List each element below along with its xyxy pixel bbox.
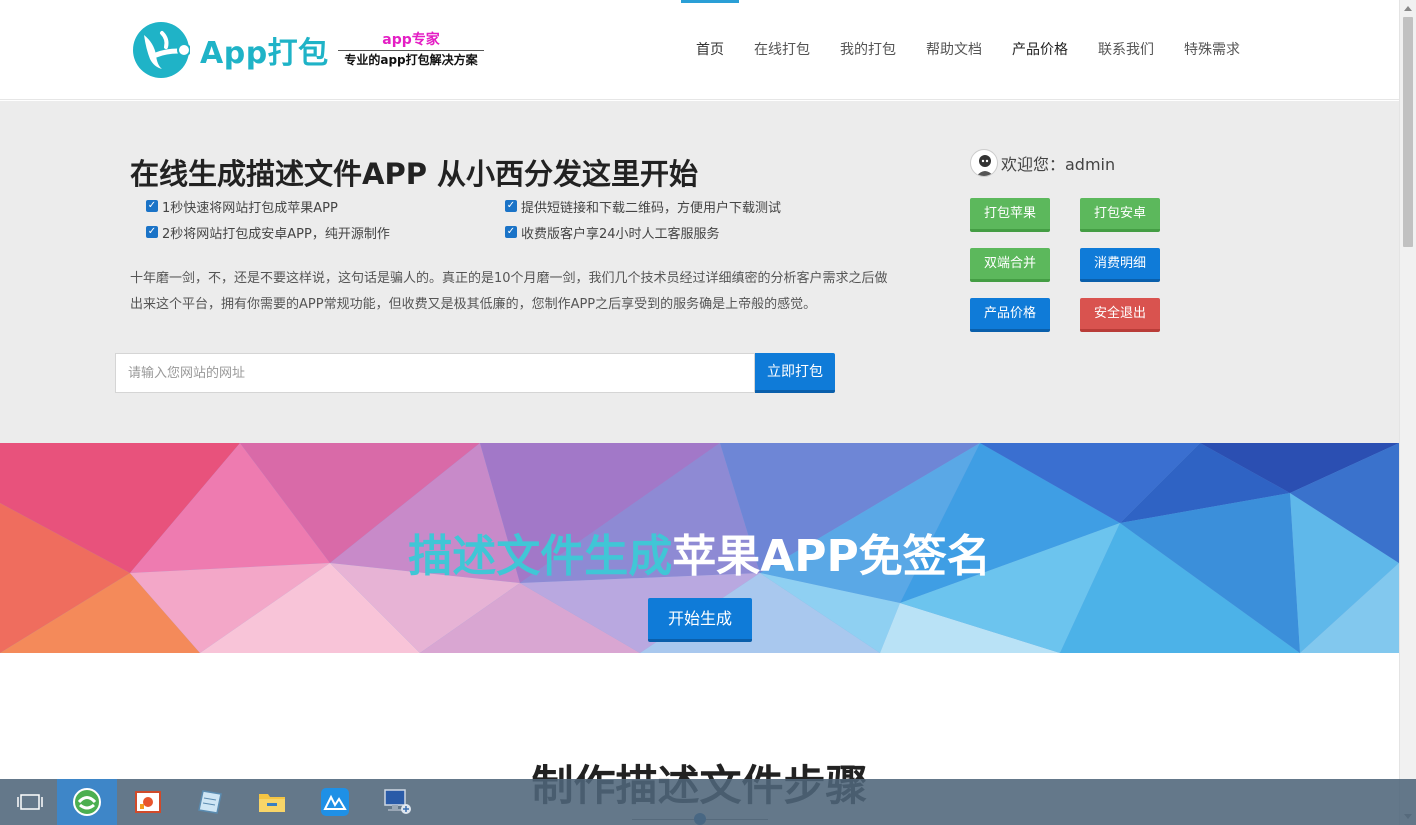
feature-list: ✓ 1秒快速将网站打包成苹果APP ✓ 提供短链接和下载二维码，方便用户下载测试 ✓… [146,197,866,242]
merge-platforms-button[interactable]: 双端合并 [970,248,1050,282]
feature-item: ✓ 2秒将网站打包成安卓APP，纯开源制作 [146,223,505,242]
taskbar-browser[interactable] [57,779,117,825]
banner-title-rest: 苹果APP免签名 [672,531,991,582]
logo-text: App打包 [200,36,329,71]
pack-now-button[interactable]: 立即打包 [755,353,835,393]
site-logo[interactable]: App打包 [132,20,329,80]
main-nav: 首页 在线打包 我的打包 帮助文档 产品价格 联系我们 特殊需求 [681,0,1255,100]
feature-item: ✓ 提供短链接和下载二维码，方便用户下载测试 [505,197,866,216]
banner-title: 描述文件生成苹果APP免签名 [0,530,1399,584]
file-explorer-icon [259,794,285,812]
hero-description: 十年磨一剑，不，还是不要这样说，这句话是骗人的。真正的是10个月磨一剑，我们几个… [130,271,888,312]
slogan-bottom: 专业的app打包解决方案 [344,53,478,67]
feature-text: 收费版客户享24小时人工客服服务 [521,226,720,242]
taskbar-photos[interactable] [305,779,365,825]
scroll-thumb[interactable] [1403,17,1413,247]
taskbar-file-explorer[interactable] [242,779,302,825]
notes-icon [198,790,222,814]
remote-desktop-icon [384,789,411,814]
pack-ios-button[interactable]: 打包苹果 [970,198,1050,232]
nav-contact[interactable]: 联系我们 [1083,0,1169,100]
page-scrollbar[interactable] [1399,0,1416,825]
website-url-input[interactable] [115,353,755,393]
browser-icon [73,788,101,816]
start-generate-button[interactable]: 开始生成 [648,598,752,642]
avatar[interactable] [970,149,998,177]
nav-pricing[interactable]: 产品价格 [997,0,1083,100]
welcome-area: 欢迎您：admin [970,149,1115,177]
feature-text: 2秒将网站打包成安卓APP，纯开源制作 [162,226,390,242]
hero-section: 在线生成描述文件APP 从小西分发这里开始 ✓ 1秒快速将网站打包成苹果APP ✓… [0,101,1399,443]
feature-item: ✓ 收费版客户享24小时人工客服服务 [505,223,866,242]
nav-special-request[interactable]: 特殊需求 [1169,0,1255,100]
promo-banner: 描述文件生成苹果APP免签名 开始生成 [0,443,1399,653]
logo-icon [133,22,190,78]
checkbox-checked-icon: ✓ [146,226,158,238]
site-header: App打包 app专家 专业的app打包解决方案 首页 在线打包 我的打包 帮助… [0,0,1399,100]
taskbar-task-view[interactable] [0,779,60,825]
banner-title-highlight: 描述文件生成 [408,531,673,582]
task-view-icon [17,794,43,810]
taskbar-presentation[interactable] [118,779,178,825]
presentation-icon [135,791,161,813]
checkbox-checked-icon: ✓ [505,200,517,212]
photos-icon [321,788,349,816]
nav-home[interactable]: 首页 [681,0,739,100]
slogan: app专家 专业的app打包解决方案 [338,31,484,68]
pack-android-button[interactable]: 打包安卓 [1080,198,1160,232]
nav-help-docs[interactable]: 帮助文档 [911,0,997,100]
feature-item: ✓ 1秒快速将网站打包成苹果APP [146,197,505,216]
nav-online-pack[interactable]: 在线打包 [739,0,825,100]
taskbar [0,779,1416,825]
slogan-top: app专家 [382,32,440,48]
slogan-divider [338,50,484,51]
logout-button[interactable]: 安全退出 [1080,298,1160,332]
hero-title: 在线生成描述文件APP 从小西分发这里开始 [130,157,699,191]
user-avatar-icon [976,155,994,176]
pricing-button[interactable]: 产品价格 [970,298,1050,332]
checkbox-checked-icon: ✓ [505,226,517,238]
feature-text: 提供短链接和下载二维码，方便用户下载测试 [521,200,782,216]
checkbox-checked-icon: ✓ [146,200,158,212]
billing-details-button[interactable]: 消费明细 [1080,248,1160,282]
taskbar-remote-desktop[interactable] [367,779,427,825]
feature-text: 1秒快速将网站打包成苹果APP [162,200,338,216]
welcome-text: 欢迎您：admin [1001,155,1116,174]
taskbar-notes[interactable] [180,779,240,825]
scroll-up-arrow-icon[interactable] [1404,6,1412,11]
nav-my-packs[interactable]: 我的打包 [825,0,911,100]
